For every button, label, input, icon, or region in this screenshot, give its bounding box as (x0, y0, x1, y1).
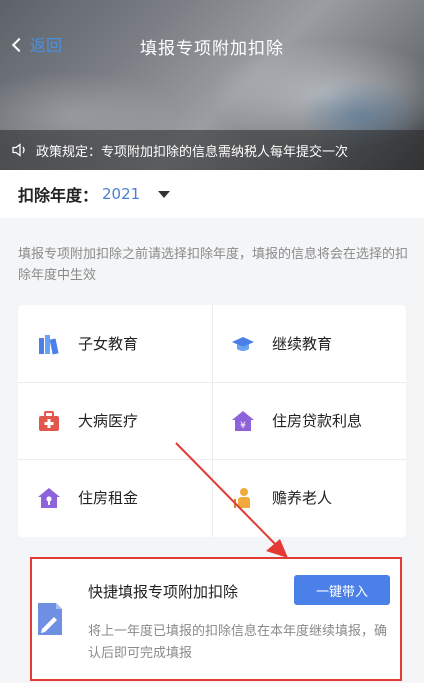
house-key-icon (38, 487, 60, 508)
elderly-person-icon (234, 487, 250, 508)
item-housing-rent[interactable]: 住房租金 (18, 459, 212, 536)
year-value[interactable]: 2021 (102, 185, 140, 203)
header-banner: 返回 填报专项附加扣除 政策规定：专项附加扣除的信息需纳税人每年提交一次 (0, 0, 424, 170)
caret-down-icon[interactable] (158, 190, 171, 198)
document-edit-icon (38, 603, 62, 635)
year-label: 扣除年度： (18, 186, 99, 205)
one-click-import-button[interactable]: 一键带入 (294, 575, 390, 605)
speaker-icon (12, 143, 25, 157)
item-mortgage-interest[interactable]: ¥ 住房贷款利息 (212, 382, 406, 459)
item-label: 子女教育 (78, 335, 139, 353)
deduction-grid: 子女教育 继续教育 大病医疗 ¥ 住房贷款利息 住房租金 赡养老人 (18, 305, 406, 537)
svg-text:¥: ¥ (240, 421, 246, 431)
medical-kit-icon (39, 410, 59, 431)
quick-fill-title: 快捷填报专项附加扣除 (88, 583, 239, 601)
nav-bar: 返回 填报专项附加扣除 (0, 28, 424, 64)
graduation-cap-icon (232, 336, 254, 351)
policy-notice-text: 政策规定：专项附加扣除的信息需纳税人每年提交一次 (36, 144, 349, 160)
item-label: 赡养老人 (272, 489, 333, 507)
policy-notice: 政策规定：专项附加扣除的信息需纳税人每年提交一次 (0, 130, 424, 170)
page: 返回 填报专项附加扣除 政策规定：专项附加扣除的信息需纳税人每年提交一次 扣除年… (0, 0, 424, 683)
page-title: 填报专项附加扣除 (140, 39, 284, 59)
house-yen-icon: ¥ (232, 410, 254, 431)
children-education-icon (39, 334, 59, 354)
item-children-education[interactable]: 子女教育 (18, 305, 212, 382)
item-continuing-education[interactable]: 继续教育 (212, 305, 406, 382)
item-serious-illness[interactable]: 大病医疗 (18, 382, 212, 459)
year-selector[interactable]: 扣除年度： 2021 (0, 170, 424, 218)
year-hint: 填报专项附加扣除之前请选择扣除年度，填报的信息将会在选择的扣除年度中生效 (18, 247, 409, 283)
quick-fill-card: 快捷填报专项附加扣除 一键带入 将上一年度已填报的扣除信息在本年度继续填报，确认… (30, 557, 402, 681)
item-label: 继续教育 (272, 335, 333, 353)
item-elderly-support[interactable]: 赡养老人 (212, 459, 406, 536)
item-label: 大病医疗 (78, 412, 139, 430)
item-label: 住房租金 (78, 489, 139, 507)
quick-fill-description: 将上一年度已填报的扣除信息在本年度继续填报，确认后即可完成填报 (88, 624, 388, 661)
item-label: 住房贷款利息 (272, 412, 363, 430)
